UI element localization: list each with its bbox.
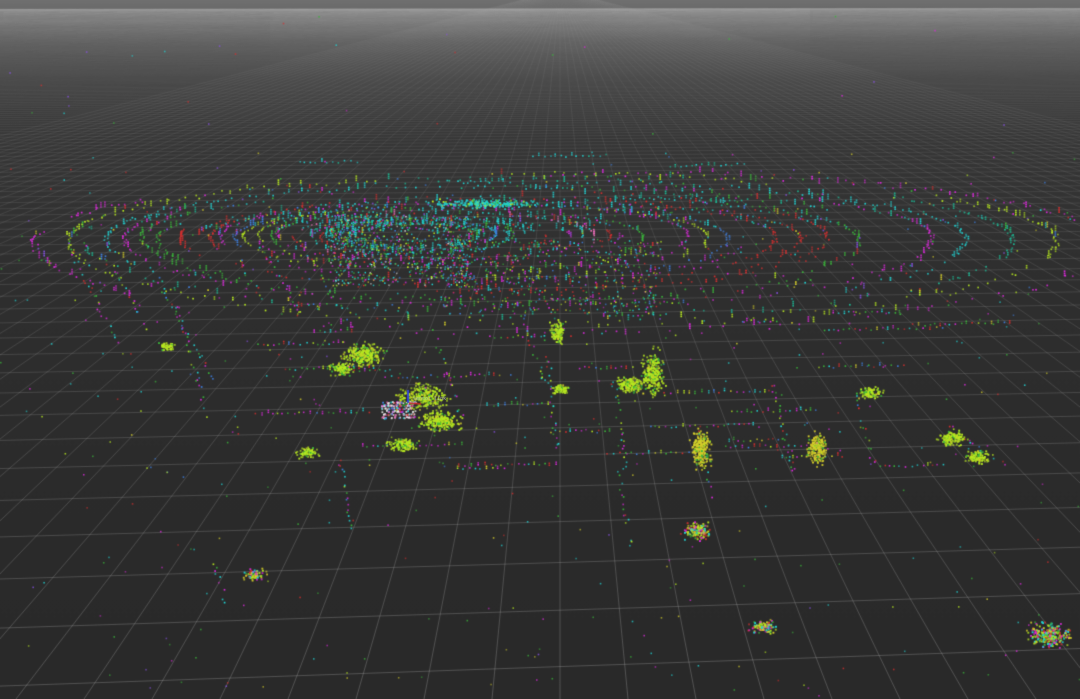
pointcloud-canvas — [0, 0, 1080, 699]
3d-viewport[interactable]: sensor_link — [0, 0, 1080, 699]
